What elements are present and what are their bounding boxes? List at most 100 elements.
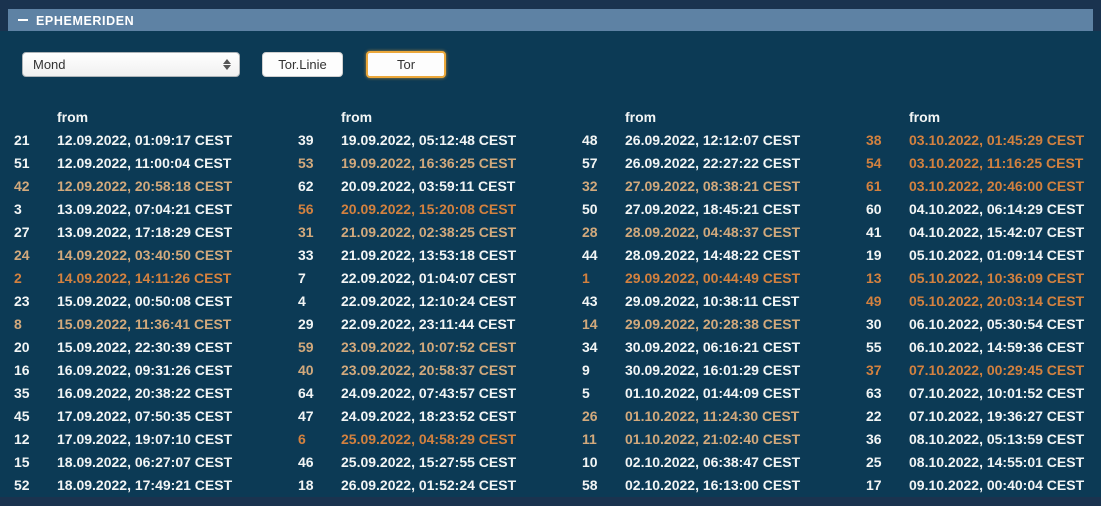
ephemeris-row: 5027.09.2022, 18:45:21 CEST	[582, 198, 866, 221]
gate-number: 62	[298, 178, 341, 194]
gate-start-time: 20.09.2022, 03:59:11 CEST	[341, 178, 515, 194]
tor-button[interactable]: Tor	[366, 51, 446, 78]
gate-start-time: 26.09.2022, 22:27:22 CEST	[625, 155, 800, 171]
ephemeris-row: 5923.09.2022, 10:07:52 CEST	[298, 335, 582, 358]
gate-start-time: 29.09.2022, 10:38:11 CEST	[625, 293, 799, 309]
gate-number: 6	[298, 431, 341, 447]
gate-start-time: 08.10.2022, 14:55:01 CEST	[909, 454, 1084, 470]
gate-start-time: 07.10.2022, 10:01:52 CEST	[909, 385, 1084, 401]
ephemeris-row: 2414.09.2022, 03:40:50 CEST	[14, 244, 298, 267]
gate-number: 25	[866, 454, 909, 470]
ephemeris-row: 4104.10.2022, 15:42:07 CEST	[866, 221, 1101, 244]
gate-number: 37	[866, 362, 909, 378]
gate-number: 47	[298, 408, 341, 424]
ephemeris-row: 5802.10.2022, 16:13:00 CEST	[582, 473, 866, 496]
gate-start-time: 09.10.2022, 00:40:04 CEST	[909, 477, 1084, 493]
ephemeris-row: 4625.09.2022, 15:27:55 CEST	[298, 450, 582, 473]
ephemeris-row: 3516.09.2022, 20:38:22 CEST	[14, 381, 298, 404]
gate-number: 34	[582, 339, 625, 355]
gate-start-time: 05.10.2022, 01:09:14 CEST	[909, 247, 1084, 263]
ephemeris-row: 3430.09.2022, 06:16:21 CEST	[582, 335, 866, 358]
gate-start-time: 24.09.2022, 18:23:52 CEST	[341, 408, 516, 424]
gate-number: 5	[582, 385, 625, 401]
gate-number: 61	[866, 178, 909, 194]
planet-select[interactable]: Mond	[22, 52, 240, 77]
gate-start-time: 21.09.2022, 02:38:25 CEST	[341, 224, 516, 240]
gate-number: 60	[866, 201, 909, 217]
gate-start-time: 30.09.2022, 06:16:21 CEST	[625, 339, 800, 355]
gate-start-time: 15.09.2022, 22:30:39 CEST	[57, 339, 232, 355]
gate-start-time: 24.09.2022, 07:43:57 CEST	[341, 385, 516, 401]
ephemeris-row: 6103.10.2022, 20:46:00 CEST	[866, 175, 1101, 198]
gate-number: 29	[298, 316, 341, 332]
ephemeris-column-1: from2112.09.2022, 01:09:17 CEST5112.09.2…	[14, 106, 298, 496]
gate-number: 58	[582, 477, 625, 493]
gate-start-time: 27.09.2022, 18:45:21 CEST	[625, 201, 800, 217]
gate-number: 9	[582, 362, 625, 378]
column-header-from: from	[582, 106, 866, 129]
gate-number: 55	[866, 339, 909, 355]
gate-start-time: 13.09.2022, 07:04:21 CEST	[57, 201, 232, 217]
gate-number: 12	[14, 431, 57, 447]
gate-number: 39	[298, 132, 341, 148]
ephemeris-row: 625.09.2022, 04:58:29 CEST	[298, 427, 582, 450]
ephemeris-row: 1305.10.2022, 10:36:09 CEST	[866, 267, 1101, 290]
gate-number: 42	[14, 178, 57, 194]
select-spinner-icon	[223, 59, 231, 70]
gate-number: 20	[14, 339, 57, 355]
gate-number: 53	[298, 155, 341, 171]
ephemeris-row: 5218.09.2022, 17:49:21 CEST	[14, 473, 298, 496]
gate-start-time: 01.10.2022, 21:02:40 CEST	[625, 431, 800, 447]
gate-start-time: 14.09.2022, 14:11:26 CEST	[57, 270, 231, 286]
gate-start-time: 07.10.2022, 19:36:27 CEST	[909, 408, 1084, 424]
ephemeris-row: 4212.09.2022, 20:58:18 CEST	[14, 175, 298, 198]
gate-number: 8	[14, 316, 57, 332]
gate-number: 31	[298, 224, 341, 240]
ephemeris-row: 722.09.2022, 01:04:07 CEST	[298, 267, 582, 290]
ephemeris-row: 3919.09.2022, 05:12:48 CEST	[298, 129, 582, 152]
gate-start-time: 17.09.2022, 19:07:10 CEST	[57, 431, 232, 447]
gate-number: 22	[866, 408, 909, 424]
ephemeris-row: 3121.09.2022, 02:38:25 CEST	[298, 221, 582, 244]
ephemeris-row: 313.09.2022, 07:04:21 CEST	[14, 198, 298, 221]
gate-start-time: 16.09.2022, 09:31:26 CEST	[57, 362, 232, 378]
ephemeris-row: 5112.09.2022, 11:00:04 CEST	[14, 152, 298, 175]
gate-number: 32	[582, 178, 625, 194]
gate-start-time: 18.09.2022, 17:49:21 CEST	[57, 477, 232, 493]
gate-number: 10	[582, 454, 625, 470]
ephemeris-row: 1709.10.2022, 00:40:04 CEST	[866, 473, 1101, 496]
ephemeris-row: 1905.10.2022, 01:09:14 CEST	[866, 244, 1101, 267]
gate-number: 48	[582, 132, 625, 148]
gate-start-time: 04.10.2022, 15:42:07 CEST	[909, 224, 1084, 240]
collapse-minus-icon[interactable]	[18, 19, 28, 21]
ephemeris-row: 3608.10.2022, 05:13:59 CEST	[866, 427, 1101, 450]
gate-number: 3	[14, 201, 57, 217]
ephemeris-row: 214.09.2022, 14:11:26 CEST	[14, 267, 298, 290]
gate-number: 23	[14, 293, 57, 309]
ephemeriden-panel-body: Mond Tor.Linie Tor from2112.09.2022, 01:…	[0, 31, 1101, 497]
gate-start-time: 19.09.2022, 16:36:25 CEST	[341, 155, 516, 171]
gate-start-time: 07.10.2022, 00:29:45 CEST	[909, 362, 1084, 378]
gate-number: 21	[14, 132, 57, 148]
gate-start-time: 21.09.2022, 13:53:18 CEST	[341, 247, 516, 263]
ephemeris-row: 5319.09.2022, 16:36:25 CEST	[298, 152, 582, 175]
gate-start-time: 03.10.2022, 01:45:29 CEST	[909, 132, 1084, 148]
ephemeris-row: 5726.09.2022, 22:27:22 CEST	[582, 152, 866, 175]
gate-number: 40	[298, 362, 341, 378]
gate-start-time: 22.09.2022, 12:10:24 CEST	[341, 293, 516, 309]
ephemeris-column-4: from3803.10.2022, 01:45:29 CEST5403.10.2…	[866, 106, 1101, 496]
ephemeris-row: 2207.10.2022, 19:36:27 CEST	[866, 404, 1101, 427]
gate-number: 24	[14, 247, 57, 263]
tor-linie-button[interactable]: Tor.Linie	[262, 52, 343, 77]
gate-start-time: 12.09.2022, 20:58:18 CEST	[57, 178, 232, 194]
ephemeris-row: 2315.09.2022, 00:50:08 CEST	[14, 290, 298, 313]
ephemeris-row: 1101.10.2022, 21:02:40 CEST	[582, 427, 866, 450]
gate-start-time: 23.09.2022, 20:58:37 CEST	[341, 362, 516, 378]
ephemeris-row: 3227.09.2022, 08:38:21 CEST	[582, 175, 866, 198]
gate-number: 19	[866, 247, 909, 263]
gate-start-time: 13.09.2022, 17:18:29 CEST	[57, 224, 232, 240]
gate-number: 26	[582, 408, 625, 424]
gate-number: 35	[14, 385, 57, 401]
ephemeris-row: 6307.10.2022, 10:01:52 CEST	[866, 381, 1101, 404]
gate-number: 14	[582, 316, 625, 332]
